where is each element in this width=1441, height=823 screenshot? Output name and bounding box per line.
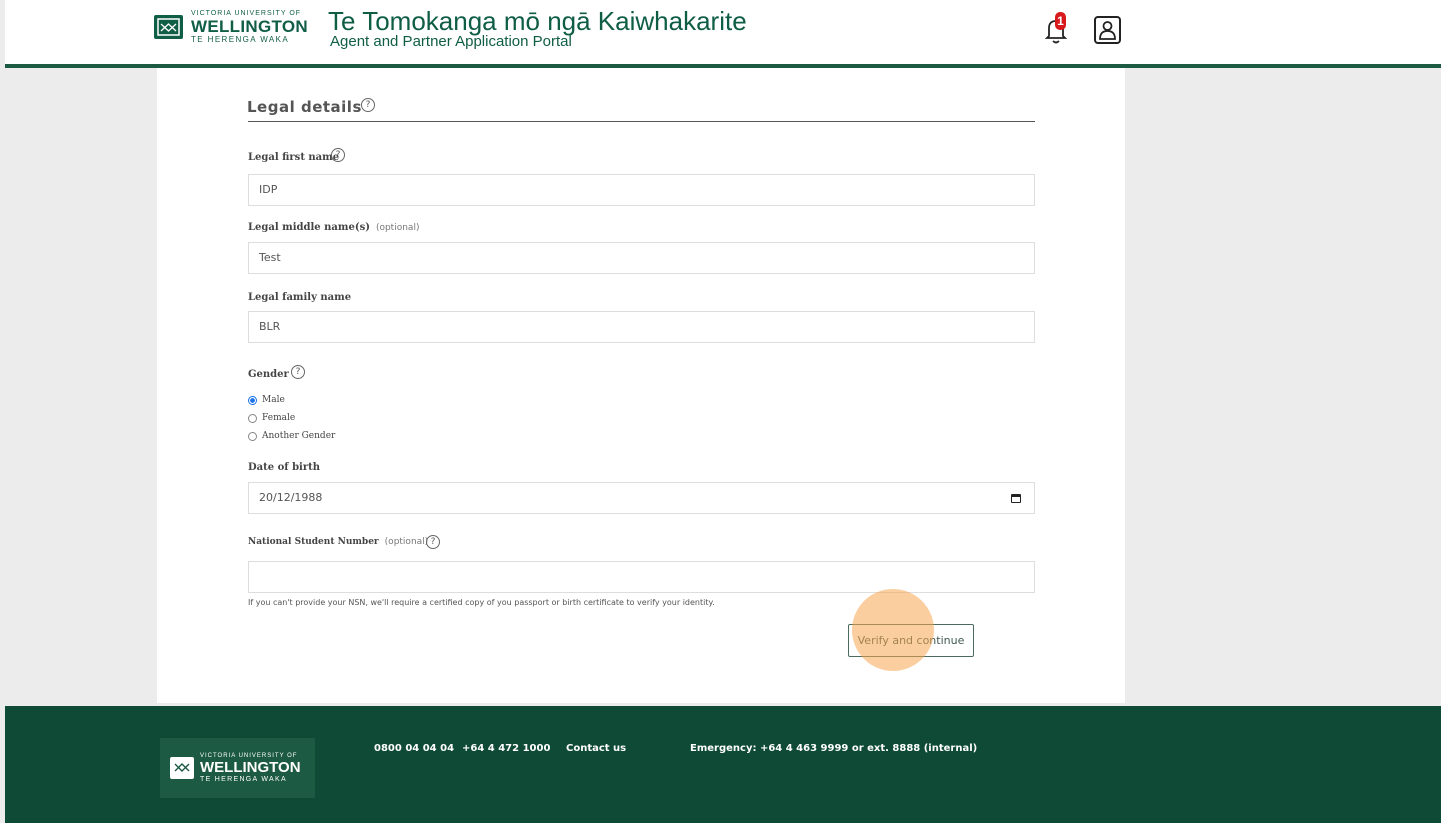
footer: VICTORIA UNIVERSITY OF WELLINGTON TE HER… <box>5 706 1441 823</box>
middle-name-label: Legal middle name(s) (optional) <box>248 222 419 233</box>
footer-crest-icon <box>170 757 194 779</box>
footer-logo[interactable]: VICTORIA UNIVERSITY OF WELLINGTON TE HER… <box>160 738 315 798</box>
crest-icon <box>154 15 183 39</box>
gender-help-icon[interactable]: ? <box>291 365 305 379</box>
user-account-button[interactable] <box>1094 16 1121 44</box>
help-icon[interactable]: ? <box>361 98 375 112</box>
top-header: VICTORIA UNIVERSITY OF WELLINGTON TE HER… <box>5 0 1441 68</box>
first-name-input[interactable]: IDP <box>248 174 1035 206</box>
gender-label-text: Gender <box>248 369 289 380</box>
optional-tag: (optional) <box>375 223 420 233</box>
middle-name-label-text: Legal middle name(s) <box>248 222 370 233</box>
portal-subtitle: Agent and Partner Application Portal <box>330 33 572 50</box>
nsn-label-text: National Student Number <box>248 537 379 547</box>
dob-label: Date of birth <box>248 462 320 473</box>
optional-tag: (optional) <box>384 537 429 547</box>
notification-badge: 1 <box>1055 12 1066 30</box>
logo-wordmark: WELLINGTON <box>191 17 308 36</box>
radio-icon[interactable] <box>248 431 257 441</box>
footer-emergency[interactable]: Emergency: +64 4 463 9999 or ext. 8888 (… <box>690 743 977 754</box>
university-logo[interactable]: VICTORIA UNIVERSITY OF WELLINGTON TE HER… <box>154 10 308 44</box>
nsn-hint-text: If you can't provide your NSN, we'll req… <box>248 598 715 607</box>
footer-logo-subtitle: TE HERENGA WAKA <box>200 776 287 783</box>
dob-label-text: Date of birth <box>248 462 321 473</box>
gender-option-female[interactable]: Female <box>248 413 295 423</box>
radio-selected-icon[interactable] <box>248 395 257 405</box>
family-name-label: Legal family name <box>248 292 351 303</box>
middle-name-input[interactable]: Test <box>248 242 1035 274</box>
radio-icon[interactable] <box>248 413 257 423</box>
verify-and-continue-button[interactable]: Verify and continue <box>848 624 974 657</box>
gender-option-male[interactable]: Male <box>248 395 285 405</box>
user-icon <box>1099 21 1116 40</box>
gender-option-another[interactable]: Another Gender <box>248 431 335 441</box>
section-divider <box>248 121 1035 122</box>
logo-small-text: VICTORIA UNIVERSITY OF <box>191 10 302 17</box>
form-card <box>157 68 1125 703</box>
first-name-help-icon[interactable]: ? <box>331 148 345 162</box>
footer-phone-free[interactable]: 0800 04 04 04 <box>374 743 454 754</box>
nsn-input[interactable] <box>248 561 1035 593</box>
gender-label: Gender <box>248 369 289 380</box>
first-name-label-text: Legal first name <box>248 152 340 163</box>
footer-logo-wordmark: WELLINGTON <box>200 759 301 776</box>
family-name-input[interactable]: BLR <box>248 311 1035 343</box>
nsn-help-icon[interactable]: ? <box>426 535 440 549</box>
gender-option-label: Another Gender <box>262 431 336 441</box>
logo-subtitle: TE HERENGA WAKA <box>191 35 290 44</box>
calendar-icon[interactable] <box>1011 494 1021 503</box>
dob-input[interactable]: 20/12/1988 <box>248 482 1035 514</box>
first-name-label: Legal first name <box>248 152 339 163</box>
nsn-label: National Student Number (optional) <box>248 537 428 547</box>
gender-option-label: Male <box>262 395 285 405</box>
footer-phone-intl[interactable]: +64 4 472 1000 <box>462 743 550 754</box>
footer-contact-link[interactable]: Contact us <box>566 743 626 754</box>
family-name-label-text: Legal family name <box>248 292 352 303</box>
gender-option-label: Female <box>262 413 296 423</box>
section-title: Legal details <box>247 98 362 116</box>
